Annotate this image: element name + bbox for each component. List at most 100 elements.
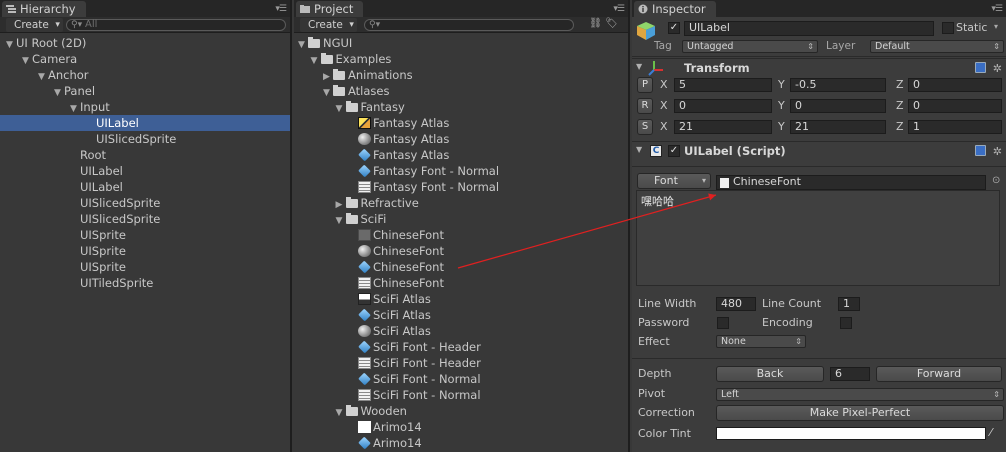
project-item[interactable]: SciFi Atlas: [294, 307, 628, 323]
project-item[interactable]: ▶ Refractive: [294, 195, 628, 211]
position-y-field[interactable]: 0: [790, 99, 886, 113]
tag-dropdown[interactable]: Untagged: [682, 40, 818, 53]
script-enabled-checkbox[interactable]: ✓: [668, 145, 680, 157]
project-item[interactable]: Fantasy Atlas: [294, 131, 628, 147]
hierarchy-item[interactable]: UISlicedSprite: [0, 195, 290, 211]
transform-reset-button-r[interactable]: R: [637, 98, 653, 114]
help-book-icon[interactable]: [975, 145, 986, 156]
filter-by-type-icon[interactable]: ⛓: [589, 18, 602, 29]
effect-dropdown[interactable]: None: [716, 335, 806, 348]
inspector-menu-icon[interactable]: ▾☰: [991, 4, 1003, 14]
hierarchy-search-input[interactable]: ⚲▾ All: [66, 19, 286, 31]
project-item[interactable]: Fantasy Atlas: [294, 115, 628, 131]
help-book-icon[interactable]: [975, 62, 986, 73]
transform-header[interactable]: ▼ Transform ✲: [632, 58, 1006, 76]
project-item[interactable]: ▶ Animations: [294, 67, 628, 83]
pivot-dropdown[interactable]: Left: [716, 388, 1004, 401]
hierarchy-item[interactable]: UISprite: [0, 243, 290, 259]
uilabel-script-header[interactable]: ▼ C ✓ UILabel (Script) ✲: [632, 141, 1006, 159]
filter-by-label-icon[interactable]: 🏷: [605, 18, 618, 29]
hierarchy-item[interactable]: ▼ Anchor: [0, 67, 290, 83]
project-item[interactable]: Arimo14: [294, 419, 628, 435]
position-x-field[interactable]: 0: [674, 99, 772, 113]
project-item-label: Fantasy Atlas: [373, 148, 450, 162]
forward-button[interactable]: Forward: [876, 366, 1002, 382]
position-z-field[interactable]: 1: [908, 120, 1002, 134]
gear-icon[interactable]: ✲: [993, 145, 1002, 158]
transform-reset-button-s[interactable]: S: [637, 119, 653, 135]
project-item[interactable]: ChineseFont: [294, 275, 628, 291]
project-item[interactable]: SciFi Font - Normal: [294, 371, 628, 387]
project-item[interactable]: ChineseFont: [294, 243, 628, 259]
object-picker-icon[interactable]: ⊙: [992, 175, 1000, 186]
hierarchy-item[interactable]: Root: [0, 147, 290, 163]
sprite-asset-icon: [358, 293, 371, 305]
project-item[interactable]: ▼ Examples: [294, 51, 628, 67]
project-item[interactable]: ChineseFont: [294, 227, 628, 243]
hierarchy-menu-icon[interactable]: ▾☰: [275, 4, 287, 14]
hierarchy-item[interactable]: ▼ Panel: [0, 83, 290, 99]
gear-icon[interactable]: ✲: [993, 62, 1002, 75]
project-item[interactable]: ▼ NGUI: [294, 35, 628, 51]
position-z-field[interactable]: 0: [908, 99, 1002, 113]
hierarchy-item[interactable]: ▼ Input: [0, 99, 290, 115]
project-item[interactable]: Fantasy Font - Normal: [294, 163, 628, 179]
layer-dropdown[interactable]: Default: [870, 40, 1004, 53]
hierarchy-item[interactable]: UILabel: [0, 163, 290, 179]
project-item[interactable]: Arimo14: [294, 435, 628, 451]
password-checkbox[interactable]: [717, 317, 729, 329]
active-checkbox[interactable]: ✓: [668, 22, 680, 34]
eyedropper-icon[interactable]: ⁄: [990, 426, 992, 439]
hierarchy-item[interactable]: UISprite: [0, 227, 290, 243]
label-text-area[interactable]: 嘿哈哈: [636, 190, 1000, 286]
hierarchy-item-label: UISlicedSprite: [96, 132, 177, 146]
project-item[interactable]: SciFi Atlas: [294, 323, 628, 339]
hierarchy-item[interactable]: UILabel: [0, 115, 290, 131]
project-item[interactable]: ChineseFont: [294, 259, 628, 275]
hierarchy-item[interactable]: ▼ Camera: [0, 51, 290, 67]
project-item[interactable]: ▼ Atlases: [294, 83, 628, 99]
project-item[interactable]: Fantasy Atlas: [294, 147, 628, 163]
project-item[interactable]: ▼ Wooden: [294, 403, 628, 419]
tab-project[interactable]: Project: [296, 1, 364, 17]
line-width-field[interactable]: 480: [716, 297, 756, 311]
transform-reset-button-p[interactable]: P: [637, 77, 653, 93]
project-item[interactable]: SciFi Font - Header: [294, 339, 628, 355]
font-button[interactable]: Font ▾: [637, 173, 711, 189]
font-object-field[interactable]: ChineseFont: [716, 175, 986, 190]
static-checkbox[interactable]: [942, 22, 954, 34]
position-y-field[interactable]: 21: [790, 120, 886, 134]
back-button[interactable]: Back: [716, 366, 824, 382]
hierarchy-create-button[interactable]: Create: [6, 18, 63, 32]
encoding-checkbox[interactable]: [840, 317, 852, 329]
project-item[interactable]: SciFi Font - Normal: [294, 387, 628, 403]
project-create-button[interactable]: Create: [300, 18, 357, 32]
hierarchy-item[interactable]: UITiledSprite: [0, 275, 290, 291]
hierarchy-item[interactable]: ▼ UI Root (2D): [0, 35, 290, 51]
project-search-input[interactable]: ⚲▾: [364, 19, 574, 31]
project-item[interactable]: SciFi Atlas: [294, 291, 628, 307]
tab-hierarchy[interactable]: Hierarchy: [2, 1, 86, 17]
project-item[interactable]: ▼ SciFi: [294, 211, 628, 227]
make-pixel-perfect-button[interactable]: Make Pixel-Perfect: [716, 405, 1004, 421]
hierarchy-item[interactable]: UISlicedSprite: [0, 131, 290, 147]
color-tint-swatch[interactable]: [716, 427, 986, 440]
project-item[interactable]: SciFi Font - Header: [294, 355, 628, 371]
position-z-field[interactable]: 0: [908, 78, 1002, 92]
hierarchy-item-label: UITiledSprite: [80, 276, 154, 290]
object-name-field[interactable]: UILabel: [684, 21, 934, 36]
static-dropdown-icon[interactable]: ▾: [994, 22, 998, 31]
project-item[interactable]: ▼ Fantasy: [294, 99, 628, 115]
folder-icon: [345, 213, 358, 224]
line-count-field[interactable]: 1: [838, 297, 860, 311]
position-x-field[interactable]: 5: [674, 78, 772, 92]
position-y-field[interactable]: -0.5: [790, 78, 886, 92]
project-item[interactable]: Fantasy Font - Normal: [294, 179, 628, 195]
position-x-field[interactable]: 21: [674, 120, 772, 134]
hierarchy-item[interactable]: UILabel: [0, 179, 290, 195]
project-menu-icon[interactable]: ▾☰: [613, 4, 625, 14]
hierarchy-item[interactable]: UISlicedSprite: [0, 211, 290, 227]
hierarchy-item[interactable]: UISprite: [0, 259, 290, 275]
depth-field[interactable]: 6: [830, 367, 870, 381]
tab-inspector[interactable]: Inspector: [634, 1, 716, 17]
